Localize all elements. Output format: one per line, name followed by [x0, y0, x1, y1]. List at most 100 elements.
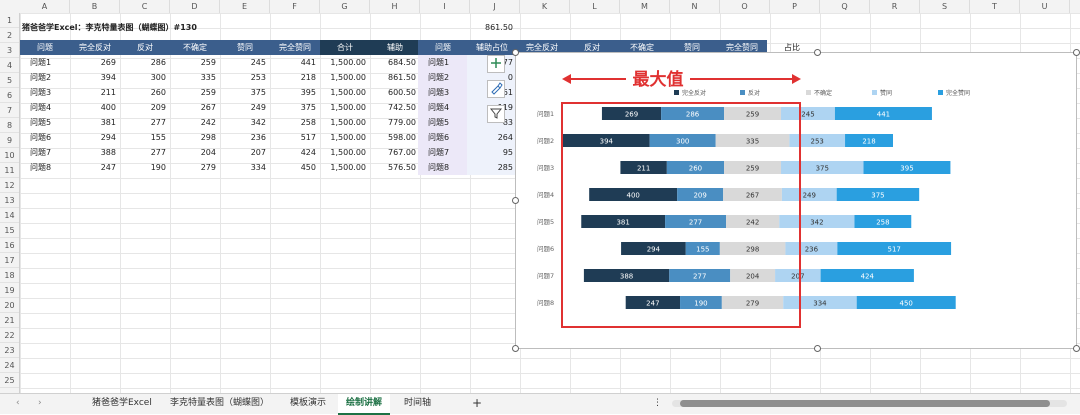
table-cell[interactable]: 375	[270, 100, 320, 115]
column-header-S[interactable]: S	[920, 0, 970, 13]
table-cell[interactable]: 问题4	[20, 100, 70, 115]
row-header-1[interactable]: 1	[0, 13, 19, 28]
table-cell[interactable]: 1,500.00	[320, 130, 370, 145]
row-header-20[interactable]: 20	[0, 298, 19, 313]
table-cell[interactable]: 问题2	[20, 70, 70, 85]
table-cell[interactable]: 277	[120, 115, 170, 130]
column-header-C[interactable]: C	[120, 0, 170, 13]
table-cell[interactable]: 问题7	[20, 145, 70, 160]
chart-filters-button[interactable]	[487, 105, 505, 123]
row-header-10[interactable]: 10	[0, 148, 19, 163]
table-cell[interactable]: 问题1	[20, 55, 70, 70]
table-cell[interactable]: 767.00	[370, 145, 420, 160]
column-header-A[interactable]: A	[20, 0, 70, 13]
header-cell[interactable]: 完全反对	[70, 40, 120, 55]
table-cell[interactable]: 1,500.00	[320, 145, 370, 160]
row-header-4[interactable]: 4	[0, 58, 19, 73]
table-cell[interactable]: 335	[170, 70, 220, 85]
resize-handle-br[interactable]	[1073, 345, 1080, 352]
table-cell[interactable]: 问题1	[418, 55, 468, 70]
resize-handle-left[interactable]	[512, 197, 519, 204]
row-header-9[interactable]: 9	[0, 133, 19, 148]
table-cell[interactable]: 395	[270, 85, 320, 100]
header-cell[interactable]: 问题	[20, 40, 70, 55]
column-header-I[interactable]: I	[420, 0, 470, 13]
table-cell[interactable]: 问题6	[418, 130, 468, 145]
table-cell[interactable]: 209	[120, 100, 170, 115]
scrollbar-thumb[interactable]	[680, 400, 1050, 407]
table-cell[interactable]: 441	[270, 55, 320, 70]
column-header-P[interactable]: P	[770, 0, 820, 13]
table-cell[interactable]: 155	[120, 130, 170, 145]
column-header-D[interactable]: D	[170, 0, 220, 13]
table-cell[interactable]: 242	[170, 115, 220, 130]
table-cell[interactable]: 211	[70, 85, 120, 100]
resize-handle-top[interactable]	[814, 49, 821, 56]
table-cell[interactable]: 742.50	[370, 100, 420, 115]
column-header-R[interactable]: R	[870, 0, 920, 13]
resize-handle-tr[interactable]	[1073, 49, 1080, 56]
resize-handle-tl[interactable]	[512, 49, 519, 56]
header-cell[interactable]: 合计	[320, 40, 370, 55]
table-cell[interactable]: 245	[220, 55, 270, 70]
header-cell[interactable]: 辅助占位	[467, 40, 517, 55]
column-header-L[interactable]: L	[570, 0, 620, 13]
column-header-J[interactable]: J	[470, 0, 520, 13]
table-cell[interactable]: 260	[120, 85, 170, 100]
header-cell[interactable]: 不确定	[170, 40, 220, 55]
table-cell[interactable]: 253	[220, 70, 270, 85]
table-cell[interactable]: 1,500.00	[320, 160, 370, 175]
column-header-H[interactable]: H	[370, 0, 420, 13]
table-cell[interactable]: 问题5	[20, 115, 70, 130]
row-header-3[interactable]: 3	[0, 43, 19, 58]
table-cell[interactable]: 279	[170, 160, 220, 175]
table-cell[interactable]: 问题8	[418, 160, 468, 175]
tab-scroll-prev[interactable]: ‹	[8, 394, 28, 413]
header-cell[interactable]: 赞同	[220, 40, 270, 55]
table-cell[interactable]: 问题6	[20, 130, 70, 145]
column-header-U[interactable]: U	[1020, 0, 1070, 13]
cell-k2[interactable]: 861.50	[467, 20, 517, 35]
row-header-21[interactable]: 21	[0, 313, 19, 328]
row-header-2[interactable]: 2	[0, 28, 19, 43]
table-cell[interactable]: 517	[270, 130, 320, 145]
resize-handle-bl[interactable]	[512, 345, 519, 352]
table-cell[interactable]: 342	[220, 115, 270, 130]
row-header-14[interactable]: 14	[0, 208, 19, 223]
table-cell[interactable]: 问题3	[418, 85, 468, 100]
column-header-V[interactable]: V	[1070, 0, 1080, 13]
table-cell[interactable]: 576.50	[370, 160, 420, 175]
column-header-M[interactable]: M	[620, 0, 670, 13]
table-cell[interactable]: 1,500.00	[320, 70, 370, 85]
tab-scroll-next[interactable]: ›	[30, 394, 50, 413]
row-header-5[interactable]: 5	[0, 73, 19, 88]
table-cell[interactable]: 298	[170, 130, 220, 145]
table-cell[interactable]: 598.00	[370, 130, 420, 145]
table-cell[interactable]: 236	[220, 130, 270, 145]
table-cell[interactable]: 1,500.00	[320, 55, 370, 70]
table-cell[interactable]: 1,500.00	[320, 115, 370, 130]
row-header-7[interactable]: 7	[0, 103, 19, 118]
row-header-13[interactable]: 13	[0, 193, 19, 208]
table-cell[interactable]: 问题8	[20, 160, 70, 175]
header-cell[interactable]: 反对	[120, 40, 170, 55]
table-cell[interactable]: 259	[170, 55, 220, 70]
table-cell[interactable]: 600.50	[370, 85, 420, 100]
chart-styles-button[interactable]	[487, 80, 505, 98]
table-cell[interactable]: 204	[170, 145, 220, 160]
table-cell[interactable]: 207	[220, 145, 270, 160]
column-header-T[interactable]: T	[970, 0, 1020, 13]
row-header-19[interactable]: 19	[0, 283, 19, 298]
tab-sheet-2[interactable]: 李克特量表图（蝴蝶图）	[162, 394, 277, 413]
horizontal-scrollbar[interactable]	[672, 400, 1067, 407]
table-cell[interactable]: 问题2	[418, 70, 468, 85]
table-cell[interactable]: 269	[70, 55, 120, 70]
tab-sheet-1[interactable]: 猪爸爸学Excel	[84, 394, 160, 413]
column-header-F[interactable]: F	[270, 0, 320, 13]
column-header-O[interactable]: O	[720, 0, 770, 13]
row-header-11[interactable]: 11	[0, 163, 19, 178]
column-header-G[interactable]: G	[320, 0, 370, 13]
table-cell[interactable]: 285	[467, 160, 517, 175]
table-cell[interactable]: 381	[70, 115, 120, 130]
table-cell[interactable]: 218	[270, 70, 320, 85]
